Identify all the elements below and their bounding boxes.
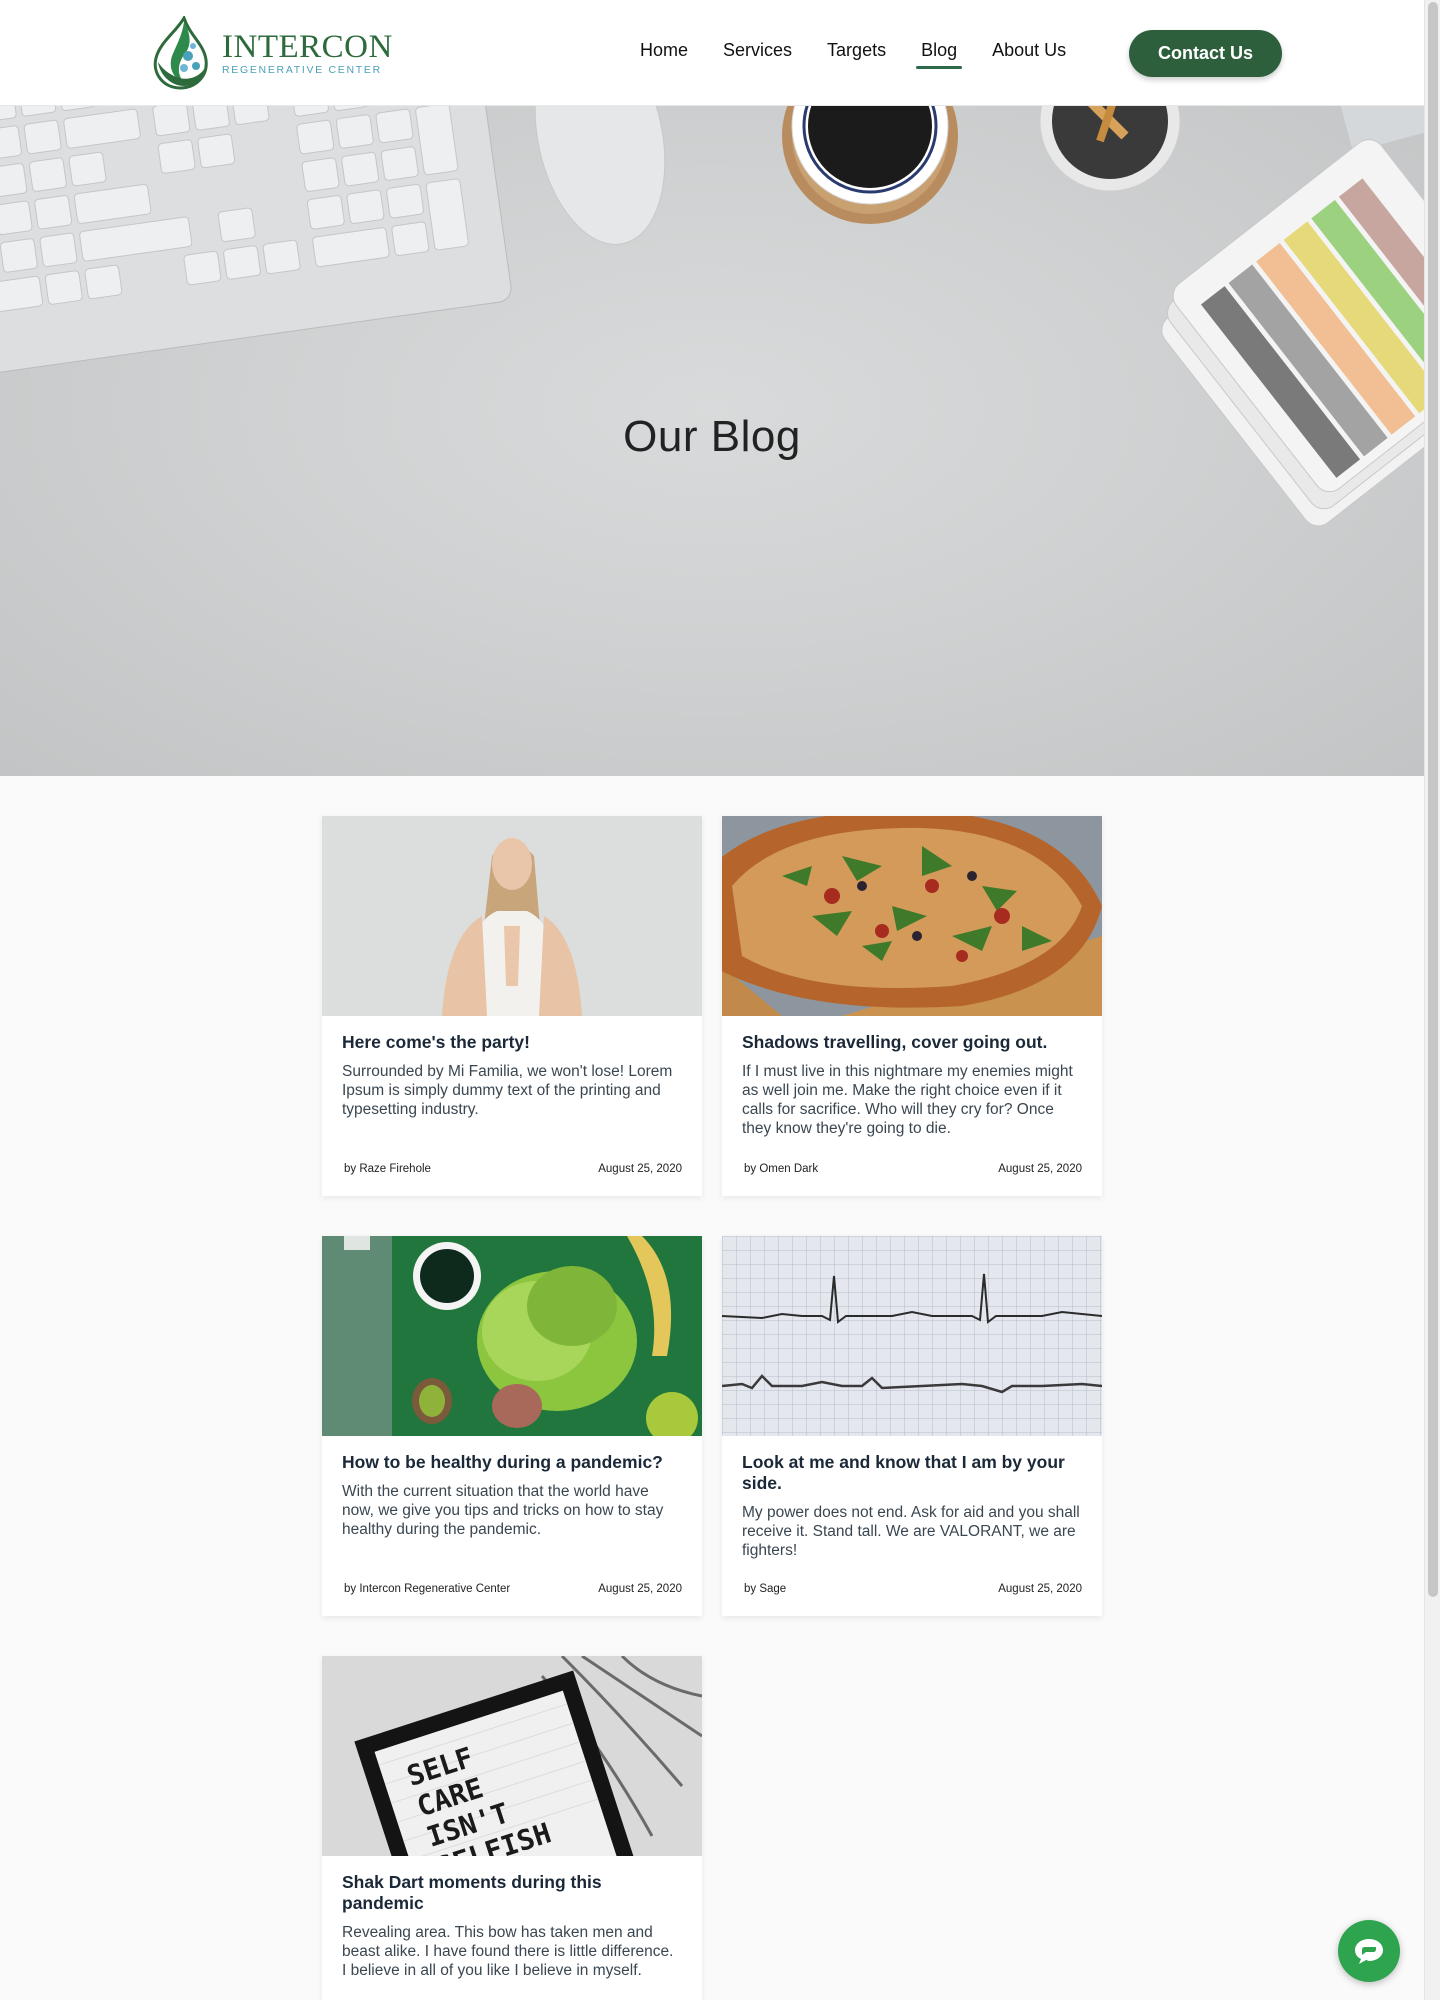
nav-home[interactable]: Home bbox=[640, 36, 688, 67]
woman-meditating-image bbox=[322, 816, 702, 1016]
post-author: by Omen Dark bbox=[744, 1163, 819, 1175]
drop-logo-icon bbox=[153, 16, 208, 90]
post-author: by Sage bbox=[744, 1583, 787, 1595]
post-title[interactable]: Shak Dart moments during this pandemic bbox=[342, 1872, 682, 1914]
main-nav: Home Services Targets Blog About Us bbox=[640, 36, 1101, 69]
post-date: August 25, 2020 bbox=[998, 1583, 1082, 1595]
post-excerpt: Revealing area. This bow has taken men a… bbox=[342, 1924, 674, 1979]
blog-card[interactable]: Look at me and know that I am by your si… bbox=[722, 1236, 1102, 1616]
contact-us-button[interactable]: Contact Us bbox=[1129, 30, 1282, 77]
post-excerpt: If I must live in this nightmare my enem… bbox=[742, 1063, 1073, 1137]
ecg-chart-image bbox=[722, 1236, 1102, 1436]
post-date: August 25, 2020 bbox=[998, 1163, 1082, 1175]
post-meta: by Intercon Regenerative Center August 2… bbox=[344, 1583, 682, 1595]
blog-card[interactable]: Here come's the party! Surrounded by Mi … bbox=[322, 816, 702, 1196]
post-title[interactable]: How to be healthy during a pandemic? bbox=[342, 1452, 682, 1473]
post-author: by Raze Firehole bbox=[344, 1163, 431, 1175]
nav-blog[interactable]: Blog bbox=[916, 36, 963, 69]
hero-banner: Our Blog bbox=[0, 106, 1424, 776]
post-excerpt: Surrounded by Mi Familia, we won't lose!… bbox=[342, 1063, 673, 1118]
post-title[interactable]: Here come's the party! bbox=[342, 1032, 682, 1053]
chat-button[interactable] bbox=[1338, 1920, 1400, 1982]
nav-services[interactable]: Services bbox=[723, 36, 792, 67]
post-author: by Intercon Regenerative Center bbox=[344, 1583, 511, 1595]
nav-about-us[interactable]: About Us bbox=[992, 36, 1066, 67]
healthy-food-image bbox=[322, 1236, 702, 1436]
blog-card[interactable]: SELF CARE ISN'T SELFISH Shak Dart moment… bbox=[322, 1656, 702, 2000]
page-title: Our Blog bbox=[623, 412, 801, 461]
post-date: August 25, 2020 bbox=[598, 1583, 682, 1595]
blog-card[interactable]: How to be healthy during a pandemic? Wit… bbox=[322, 1236, 702, 1616]
self-care-sign-image: SELF CARE ISN'T SELFISH bbox=[322, 1656, 702, 1856]
post-excerpt: My power does not end. Ask for aid and y… bbox=[742, 1504, 1080, 1559]
post-meta: by Omen Dark August 25, 2020 bbox=[744, 1163, 1082, 1175]
post-excerpt: With the current situation that the worl… bbox=[342, 1483, 664, 1538]
blog-card[interactable]: Shadows travelling, cover going out. If … bbox=[722, 816, 1102, 1196]
post-date: August 25, 2020 bbox=[598, 1163, 682, 1175]
logo-name: INTERCON bbox=[222, 29, 393, 65]
vertical-scrollbar[interactable] bbox=[1424, 0, 1440, 2000]
post-meta: by Sage August 25, 2020 bbox=[744, 1583, 1082, 1595]
pizza-image bbox=[722, 816, 1102, 1016]
post-title[interactable]: Look at me and know that I am by your si… bbox=[742, 1452, 1082, 1494]
logo-subtitle: REGENERATIVE CENTER bbox=[222, 64, 382, 76]
scrollbar-thumb[interactable] bbox=[1428, 2, 1438, 1597]
chat-bubble-icon bbox=[1355, 1939, 1383, 1964]
site-logo[interactable]: INTERCON REGENERATIVE CENTER bbox=[146, 16, 393, 90]
nav-targets[interactable]: Targets bbox=[827, 36, 886, 67]
site-header: INTERCON REGENERATIVE CENTER Home Servic… bbox=[0, 0, 1424, 106]
post-meta: by Raze Firehole August 25, 2020 bbox=[344, 1163, 682, 1175]
post-title[interactable]: Shadows travelling, cover going out. bbox=[742, 1032, 1082, 1053]
